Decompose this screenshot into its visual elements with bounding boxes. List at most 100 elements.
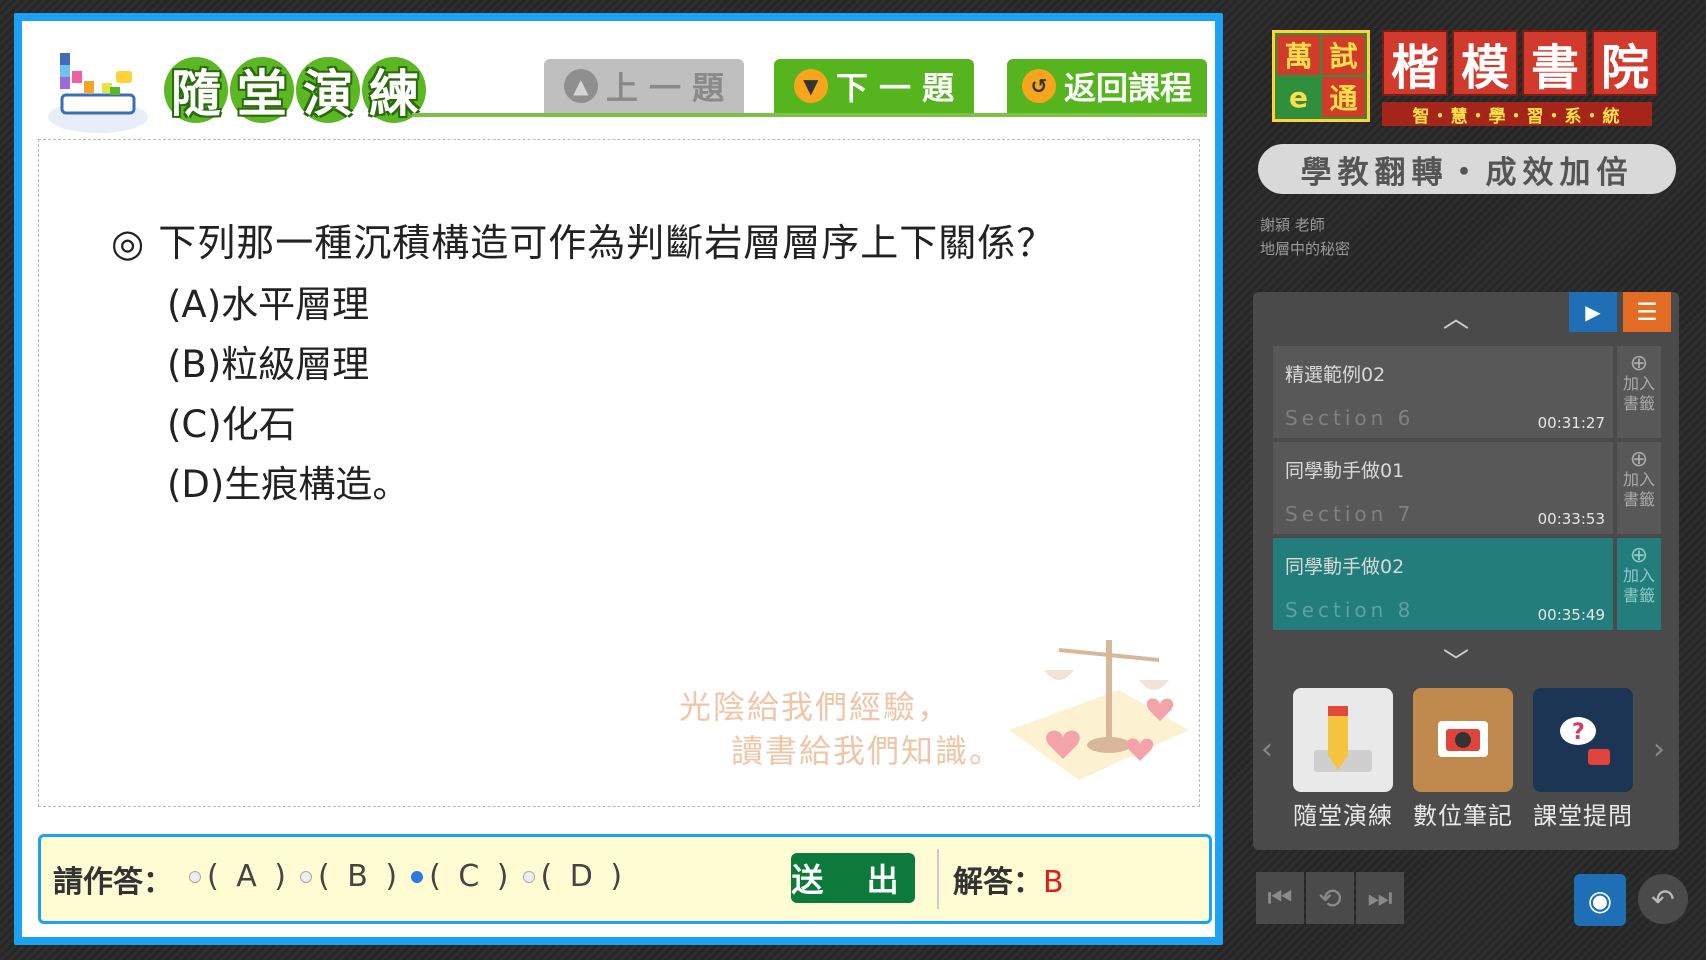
watermark-quote: 光陰給我們經驗， 讀書給我們知識。 — [679, 685, 1003, 773]
watermark-line-2: 讀書給我們知識。 — [731, 732, 1004, 770]
tool-shortcuts: 隨堂演練 數位筆記 ? 課堂提問 — [1293, 688, 1633, 831]
plus-icon: ⊕ — [1629, 543, 1649, 568]
camera-icon[interactable]: ◉ — [1574, 874, 1626, 926]
radio-b[interactable] — [300, 870, 313, 883]
solution-value: B — [1043, 865, 1064, 900]
brand-char: 院 — [1592, 30, 1658, 96]
question-area: ◎ 下列那一種沉積構造可作為判斷岩層層序上下關係？ (A)水平層理 (B)粒級層… — [38, 139, 1200, 807]
chevron-left-icon[interactable]: ‹ — [1261, 732, 1273, 767]
bookmark-label: 加入書籤 — [1622, 566, 1655, 605]
brand-char: 楷 — [1382, 30, 1448, 96]
arrow-down-icon: ▼ — [793, 69, 828, 103]
back-to-course-button[interactable]: ↺ 返回課程 — [1007, 59, 1207, 113]
practice-panel-inner: 隨 堂 演 練 ▲ 上 一 題 ▼ 下 一 題 ↺ 返回課程 ◎ 下列那一種沉積… — [22, 21, 1215, 937]
radio-a[interactable] — [189, 870, 201, 883]
answer-divider — [937, 849, 939, 909]
brand-stamp: 萬 試 e 通 — [1272, 30, 1370, 122]
video-tab-icon[interactable]: ▶ — [1569, 292, 1617, 332]
course-name: 地層中的秘密 — [1260, 240, 1351, 258]
item-name: 同學動手做02 — [1285, 556, 1405, 578]
plus-icon: ⊕ — [1629, 351, 1649, 376]
undo-icon[interactable]: ↶ — [1638, 874, 1688, 924]
previous-question-label: 上 一 題 — [605, 69, 725, 107]
option-b: (B)粒級層理 — [167, 343, 370, 386]
choice-b-label: ( B ) — [318, 859, 402, 894]
skip-back-icon[interactable]: ⏮ — [1256, 872, 1304, 924]
item-name: 精選範例02 — [1285, 364, 1386, 386]
scale-hearts-decoration-icon — [1009, 640, 1189, 780]
next-question-button[interactable]: ▼ 下 一 題 — [774, 59, 974, 113]
answer-choices: ( A ) ( B ) ( C ) ( D ) — [189, 859, 626, 894]
chevron-right-icon[interactable]: › — [1653, 732, 1665, 767]
title-char: 隨 — [164, 57, 228, 123]
playlist-item[interactable]: 精選範例02 Section 6 00:31:27 — [1273, 346, 1613, 438]
item-section: Section 8 — [1285, 598, 1415, 622]
next-question-label: 下 一 題 — [835, 69, 955, 107]
tool-notes[interactable]: 數位筆記 — [1413, 688, 1513, 831]
playlist-item-active[interactable]: 同學動手做02 Section 8 00:35:49 — [1273, 538, 1613, 630]
return-arrow-icon: ↺ — [1021, 69, 1056, 103]
arrow-up-icon: ▲ — [563, 69, 598, 103]
add-bookmark-button[interactable]: ⊕ 加入書籤 — [1617, 538, 1661, 630]
back-to-course-label: 返回課程 — [1063, 69, 1192, 107]
header-divider — [412, 113, 1207, 117]
option-d: (D)生痕構造。 — [167, 463, 410, 506]
tool-practice[interactable]: 隨堂演練 — [1293, 688, 1393, 831]
repeat-icon[interactable]: ⟲ — [1306, 872, 1354, 924]
practice-title: 隨 堂 演 練 — [164, 57, 426, 127]
choice-c[interactable]: ( C ) — [411, 859, 512, 894]
brand-title: 楷 模 書 院 — [1382, 30, 1658, 96]
choice-d[interactable]: ( D ) — [522, 859, 627, 894]
item-section: Section 7 — [1285, 502, 1415, 526]
tool-notes-label: 數位筆記 — [1413, 802, 1513, 830]
camera-notebook-icon — [1413, 688, 1513, 792]
option-c: (C)化石 — [167, 403, 296, 446]
slogan: 學教翻轉・成效加倍 — [1258, 144, 1676, 194]
playlist-item[interactable]: 同學動手做01 Section 7 00:33:53 — [1273, 442, 1613, 534]
watermark-line-1: 光陰給我們經驗， — [679, 688, 952, 726]
item-section: Section 6 — [1285, 406, 1415, 430]
bookmark-label: 加入書籤 — [1622, 374, 1655, 413]
brand-subtitle: 智・慧・學・習・系・統 — [1382, 102, 1652, 127]
stamp-char: 萬 — [1277, 35, 1320, 75]
scroll-up-icon[interactable]: ︿ — [1443, 298, 1469, 335]
choice-a[interactable]: ( A ) — [189, 859, 290, 894]
solution: 解答：B — [953, 857, 1064, 901]
choice-d-label: ( D ) — [540, 859, 627, 894]
bookmark-label: 加入書籤 — [1622, 470, 1655, 509]
playlist-panel: ︿ ▶ ☰ 精選範例02 Section 6 00:31:27 ⊕ 加入書籤 同… — [1253, 292, 1679, 850]
practice-logo: 隨 堂 演 練 — [40, 35, 430, 145]
question-text: ◎ 下列那一種沉積構造可作為判斷岩層層序上下關係？ — [111, 221, 1056, 265]
add-bookmark-button[interactable]: ⊕ 加入書籤 — [1617, 442, 1661, 534]
answer-bar: 請作答： ( A ) ( B ) ( C ) ( D ) 送 出 解答：B — [38, 834, 1212, 924]
answer-prompt: 請作答： — [53, 865, 173, 900]
radio-c[interactable] — [411, 870, 424, 883]
scroll-down-icon[interactable]: ﹀ — [1443, 642, 1469, 679]
title-char: 演 — [296, 57, 360, 123]
title-char: 堂 — [230, 57, 294, 123]
books-icon — [48, 53, 148, 133]
choice-c-label: ( C ) — [429, 859, 513, 894]
add-bookmark-button[interactable]: ⊕ 加入書籤 — [1617, 346, 1661, 438]
item-time: 00:35:49 — [1537, 606, 1605, 624]
item-time: 00:31:27 — [1537, 414, 1605, 432]
stamp-char: 通 — [1322, 77, 1365, 117]
solution-label: 解答： — [953, 865, 1043, 900]
radio-d[interactable] — [522, 870, 535, 883]
player-controls: ⏮ ⟲ ⏭ — [1256, 872, 1404, 924]
pencil-book-icon — [1293, 688, 1393, 792]
question-screen-icon: ? — [1533, 688, 1633, 792]
choice-a-label: ( A ) — [207, 859, 291, 894]
menu-tab-icon[interactable]: ☰ — [1623, 292, 1671, 332]
option-a: (A)水平層理 — [167, 283, 370, 326]
previous-question-button[interactable]: ▲ 上 一 題 — [544, 59, 744, 113]
skip-forward-icon[interactable]: ⏭ — [1356, 872, 1404, 924]
tool-practice-label: 隨堂演練 — [1293, 802, 1393, 830]
teacher-name: 謝潁 老師 — [1260, 216, 1325, 234]
submit-button[interactable]: 送 出 — [791, 853, 915, 903]
item-time: 00:33:53 — [1537, 510, 1605, 528]
item-name: 同學動手做01 — [1285, 460, 1405, 482]
choice-b[interactable]: ( B ) — [300, 859, 401, 894]
tool-question[interactable]: ? 課堂提問 — [1533, 688, 1633, 831]
plus-icon: ⊕ — [1629, 447, 1649, 472]
